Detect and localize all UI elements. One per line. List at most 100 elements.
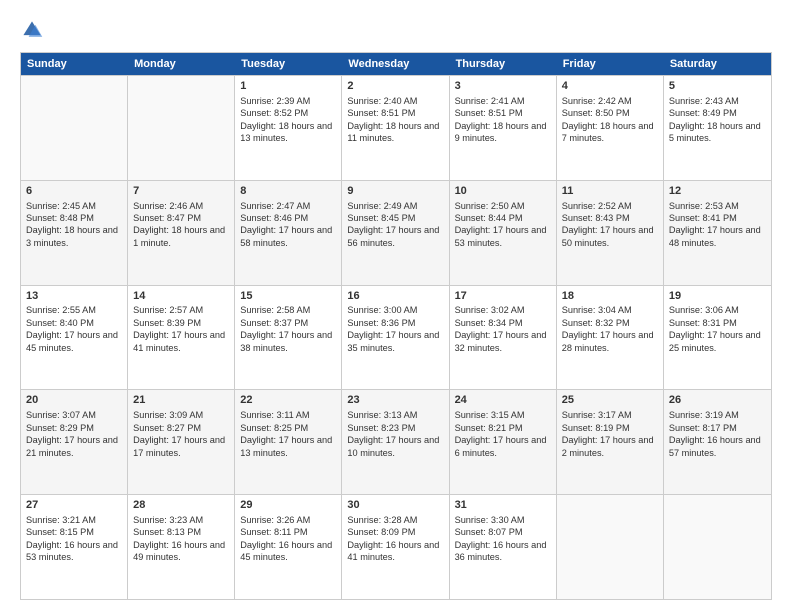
header-day-tuesday: Tuesday (235, 53, 342, 75)
sunrise-text: Sunrise: 2:43 AM (669, 95, 766, 107)
sunrise-text: Sunrise: 2:42 AM (562, 95, 658, 107)
day-number: 6 (26, 184, 122, 199)
sunrise-text: Sunrise: 2:46 AM (133, 200, 229, 212)
day-number: 10 (455, 184, 551, 199)
sunset-text: Sunset: 8:11 PM (240, 526, 336, 538)
sunset-text: Sunset: 8:52 PM (240, 107, 336, 119)
sunset-text: Sunset: 8:46 PM (240, 212, 336, 224)
daylight-text: Daylight: 17 hours and 56 minutes. (347, 224, 443, 249)
sunrise-text: Sunrise: 3:07 AM (26, 409, 122, 421)
sunset-text: Sunset: 8:21 PM (455, 422, 551, 434)
calendar-cell: 16Sunrise: 3:00 AMSunset: 8:36 PMDayligh… (342, 286, 449, 390)
calendar-cell: 4Sunrise: 2:42 AMSunset: 8:50 PMDaylight… (557, 76, 664, 180)
daylight-text: Daylight: 17 hours and 41 minutes. (133, 329, 229, 354)
calendar-cell: 25Sunrise: 3:17 AMSunset: 8:19 PMDayligh… (557, 390, 664, 494)
daylight-text: Daylight: 17 hours and 50 minutes. (562, 224, 658, 249)
daylight-text: Daylight: 17 hours and 53 minutes. (455, 224, 551, 249)
sunrise-text: Sunrise: 2:58 AM (240, 304, 336, 316)
sunrise-text: Sunrise: 3:00 AM (347, 304, 443, 316)
page: SundayMondayTuesdayWednesdayThursdayFrid… (0, 0, 792, 612)
calendar-cell: 8Sunrise: 2:47 AMSunset: 8:46 PMDaylight… (235, 181, 342, 285)
daylight-text: Daylight: 18 hours and 13 minutes. (240, 120, 336, 145)
sunrise-text: Sunrise: 3:02 AM (455, 304, 551, 316)
daylight-text: Daylight: 17 hours and 13 minutes. (240, 434, 336, 459)
sunset-text: Sunset: 8:41 PM (669, 212, 766, 224)
sunrise-text: Sunrise: 2:39 AM (240, 95, 336, 107)
sunset-text: Sunset: 8:37 PM (240, 317, 336, 329)
day-number: 20 (26, 393, 122, 408)
calendar-cell: 17Sunrise: 3:02 AMSunset: 8:34 PMDayligh… (450, 286, 557, 390)
daylight-text: Daylight: 17 hours and 2 minutes. (562, 434, 658, 459)
daylight-text: Daylight: 18 hours and 11 minutes. (347, 120, 443, 145)
daylight-text: Daylight: 17 hours and 58 minutes. (240, 224, 336, 249)
day-number: 15 (240, 289, 336, 304)
calendar-cell: 2Sunrise: 2:40 AMSunset: 8:51 PMDaylight… (342, 76, 449, 180)
calendar-cell: 13Sunrise: 2:55 AMSunset: 8:40 PMDayligh… (21, 286, 128, 390)
daylight-text: Daylight: 18 hours and 7 minutes. (562, 120, 658, 145)
sunset-text: Sunset: 8:19 PM (562, 422, 658, 434)
sunset-text: Sunset: 8:48 PM (26, 212, 122, 224)
sunset-text: Sunset: 8:47 PM (133, 212, 229, 224)
daylight-text: Daylight: 17 hours and 25 minutes. (669, 329, 766, 354)
day-number: 23 (347, 393, 443, 408)
calendar-cell: 26Sunrise: 3:19 AMSunset: 8:17 PMDayligh… (664, 390, 771, 494)
sunset-text: Sunset: 8:07 PM (455, 526, 551, 538)
sunrise-text: Sunrise: 2:55 AM (26, 304, 122, 316)
day-number: 26 (669, 393, 766, 408)
calendar-cell: 28Sunrise: 3:23 AMSunset: 8:13 PMDayligh… (128, 495, 235, 599)
day-number: 2 (347, 79, 443, 94)
day-number: 5 (669, 79, 766, 94)
day-number: 8 (240, 184, 336, 199)
day-number: 19 (669, 289, 766, 304)
sunrise-text: Sunrise: 3:26 AM (240, 514, 336, 526)
calendar-cell: 27Sunrise: 3:21 AMSunset: 8:15 PMDayligh… (21, 495, 128, 599)
header-day-friday: Friday (557, 53, 664, 75)
calendar-cell: 23Sunrise: 3:13 AMSunset: 8:23 PMDayligh… (342, 390, 449, 494)
daylight-text: Daylight: 18 hours and 9 minutes. (455, 120, 551, 145)
daylight-text: Daylight: 17 hours and 17 minutes. (133, 434, 229, 459)
daylight-text: Daylight: 16 hours and 45 minutes. (240, 539, 336, 564)
calendar-row-2: 6Sunrise: 2:45 AMSunset: 8:48 PMDaylight… (21, 180, 771, 285)
calendar-cell: 18Sunrise: 3:04 AMSunset: 8:32 PMDayligh… (557, 286, 664, 390)
calendar-body: 1Sunrise: 2:39 AMSunset: 8:52 PMDaylight… (21, 75, 771, 599)
sunset-text: Sunset: 8:31 PM (669, 317, 766, 329)
sunrise-text: Sunrise: 2:52 AM (562, 200, 658, 212)
sunrise-text: Sunrise: 2:49 AM (347, 200, 443, 212)
day-number: 14 (133, 289, 229, 304)
calendar-cell: 24Sunrise: 3:15 AMSunset: 8:21 PMDayligh… (450, 390, 557, 494)
day-number: 7 (133, 184, 229, 199)
sunrise-text: Sunrise: 3:23 AM (133, 514, 229, 526)
day-number: 16 (347, 289, 443, 304)
daylight-text: Daylight: 17 hours and 35 minutes. (347, 329, 443, 354)
header (20, 18, 772, 42)
sunrise-text: Sunrise: 3:04 AM (562, 304, 658, 316)
calendar-cell: 12Sunrise: 2:53 AMSunset: 8:41 PMDayligh… (664, 181, 771, 285)
daylight-text: Daylight: 18 hours and 5 minutes. (669, 120, 766, 145)
day-number: 30 (347, 498, 443, 513)
day-number: 17 (455, 289, 551, 304)
day-number: 1 (240, 79, 336, 94)
header-day-thursday: Thursday (450, 53, 557, 75)
calendar-cell (21, 76, 128, 180)
sunset-text: Sunset: 8:45 PM (347, 212, 443, 224)
calendar-cell: 10Sunrise: 2:50 AMSunset: 8:44 PMDayligh… (450, 181, 557, 285)
sunset-text: Sunset: 8:51 PM (347, 107, 443, 119)
daylight-text: Daylight: 16 hours and 49 minutes. (133, 539, 229, 564)
sunrise-text: Sunrise: 2:47 AM (240, 200, 336, 212)
daylight-text: Daylight: 17 hours and 28 minutes. (562, 329, 658, 354)
daylight-text: Daylight: 17 hours and 21 minutes. (26, 434, 122, 459)
header-day-saturday: Saturday (664, 53, 771, 75)
calendar-row-3: 13Sunrise: 2:55 AMSunset: 8:40 PMDayligh… (21, 285, 771, 390)
day-number: 31 (455, 498, 551, 513)
sunrise-text: Sunrise: 2:50 AM (455, 200, 551, 212)
daylight-text: Daylight: 17 hours and 6 minutes. (455, 434, 551, 459)
sunset-text: Sunset: 8:34 PM (455, 317, 551, 329)
sunset-text: Sunset: 8:09 PM (347, 526, 443, 538)
calendar-cell: 1Sunrise: 2:39 AMSunset: 8:52 PMDaylight… (235, 76, 342, 180)
day-number: 25 (562, 393, 658, 408)
sunset-text: Sunset: 8:49 PM (669, 107, 766, 119)
calendar-cell: 19Sunrise: 3:06 AMSunset: 8:31 PMDayligh… (664, 286, 771, 390)
daylight-text: Daylight: 17 hours and 32 minutes. (455, 329, 551, 354)
calendar-cell (664, 495, 771, 599)
calendar-cell: 6Sunrise: 2:45 AMSunset: 8:48 PMDaylight… (21, 181, 128, 285)
